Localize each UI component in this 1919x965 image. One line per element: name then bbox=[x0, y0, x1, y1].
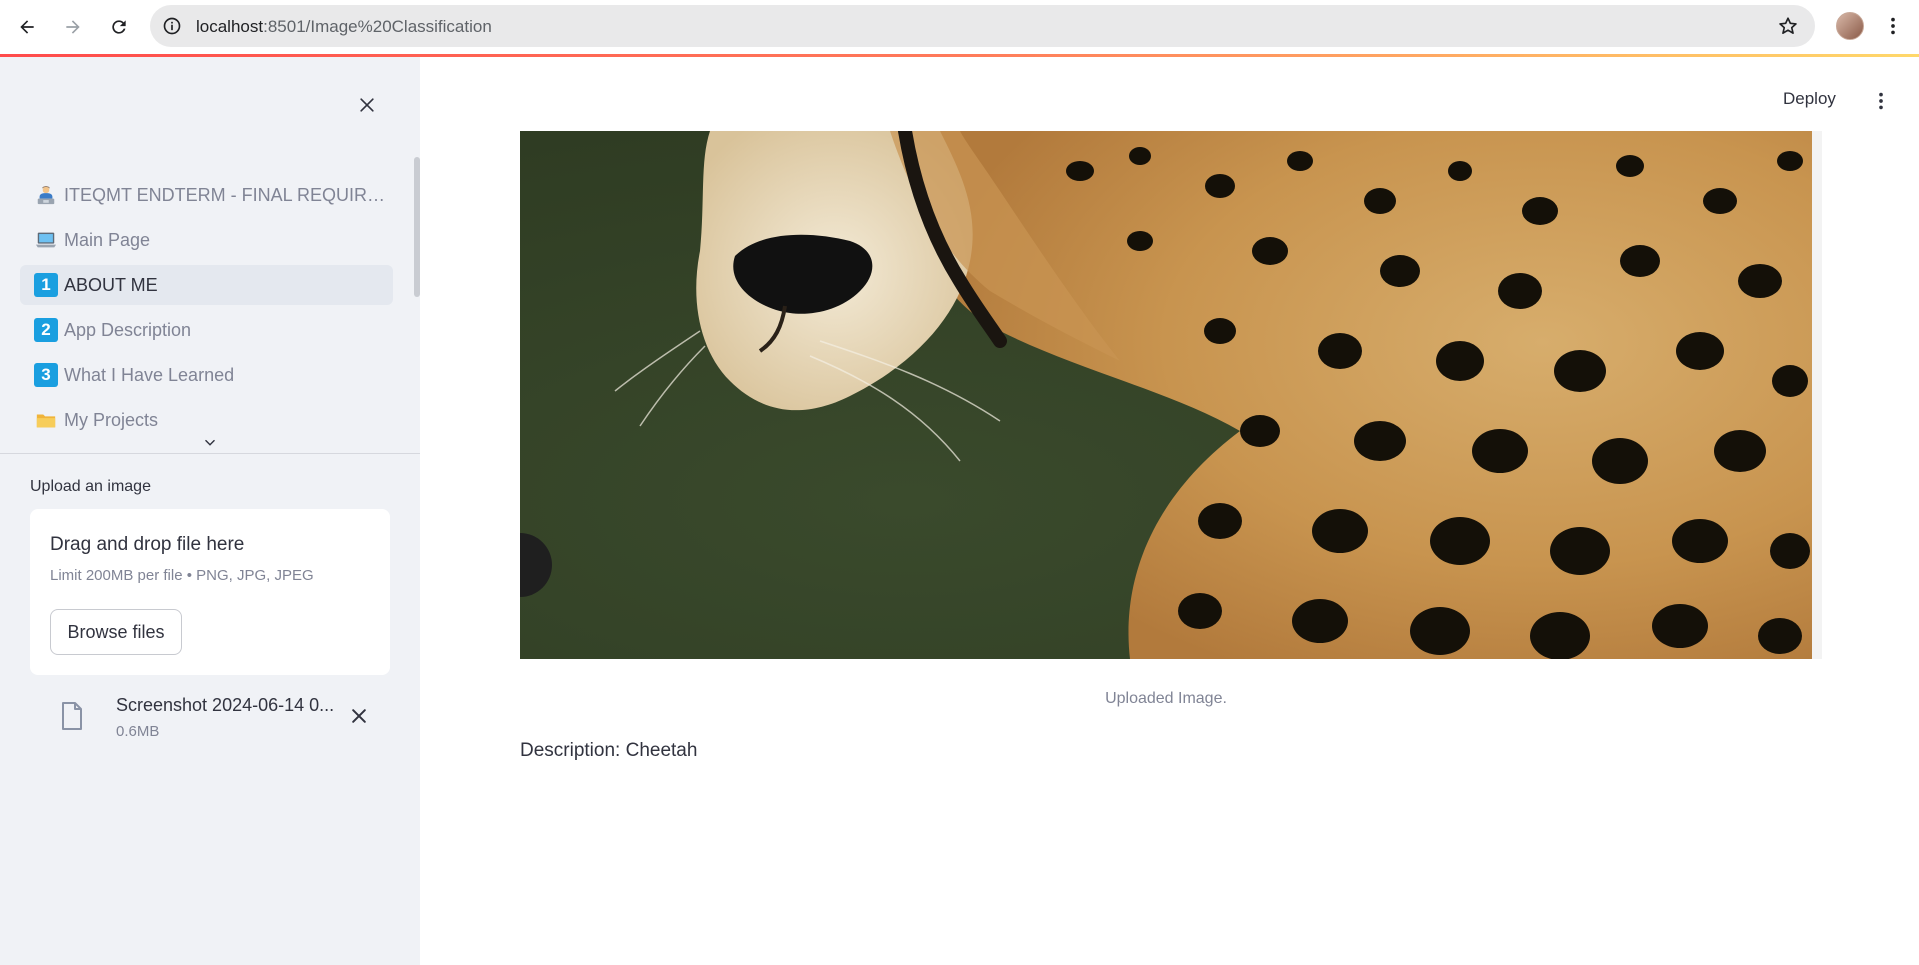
sidebar-item-app-description[interactable]: 2 App Description bbox=[20, 310, 393, 350]
sidebar-item-label: My Projects bbox=[64, 409, 159, 430]
technologist-icon bbox=[34, 183, 58, 207]
image-caption: Uploaded Image. bbox=[1105, 690, 1227, 707]
url-host: localhost bbox=[196, 17, 264, 36]
sidebar-item-label: ITEQMT ENDTERM - FINAL REQUIREMENT bbox=[64, 184, 393, 205]
file-icon bbox=[58, 699, 86, 733]
expand-nav-button[interactable] bbox=[200, 433, 220, 453]
dropzone-title: Drag and drop file here bbox=[50, 534, 245, 555]
close-sidebar-button[interactable] bbox=[353, 91, 381, 119]
file-dropzone[interactable]: Drag and drop file here Limit 200MB per … bbox=[30, 509, 390, 675]
sidebar-item-label: ABOUT ME bbox=[64, 274, 158, 295]
browser-menu-icon[interactable] bbox=[1880, 12, 1906, 40]
sidebar-item-label: Main Page bbox=[64, 229, 151, 250]
reload-button[interactable] bbox=[104, 12, 134, 42]
profile-avatar[interactable] bbox=[1836, 12, 1864, 40]
back-button[interactable] bbox=[12, 12, 42, 42]
folder-icon bbox=[34, 408, 58, 432]
sidebar-divider bbox=[0, 453, 420, 454]
dropzone-limit-text: Limit 200MB per file • PNG, JPG, JPEG bbox=[50, 567, 314, 584]
remove-file-button[interactable] bbox=[346, 703, 372, 729]
uploaded-file-item: Screenshot 2024-06-14 0... 0.6MB bbox=[30, 687, 390, 747]
reload-icon bbox=[112, 20, 126, 34]
sidebar-item-label: App Description bbox=[64, 319, 192, 340]
chevron-down-icon bbox=[205, 439, 215, 446]
close-icon bbox=[352, 709, 366, 723]
close-icon bbox=[360, 98, 374, 112]
keycap-2-icon: 2 bbox=[34, 318, 58, 342]
browser-toolbar: localhost:8501/Image%20Classification bbox=[0, 0, 1919, 54]
uploaded-file-size: 0.6MB bbox=[116, 723, 160, 740]
cheetah-photo bbox=[520, 131, 1812, 659]
address-bar[interactable]: localhost:8501/Image%20Classification bbox=[150, 5, 1815, 47]
url-text: localhost:8501/Image%20Classification bbox=[196, 17, 492, 37]
upload-label: Upload an image bbox=[30, 478, 151, 495]
browse-files-button[interactable]: Browse files bbox=[50, 609, 182, 655]
sidebar-item-main-page[interactable]: Main Page bbox=[20, 220, 393, 260]
deploy-button[interactable]: Deploy bbox=[1775, 85, 1844, 113]
sidebar-item-about-me[interactable]: 1 ABOUT ME bbox=[20, 265, 393, 305]
keycap-3-icon: 3 bbox=[34, 363, 58, 387]
laptop-icon bbox=[34, 228, 58, 252]
image-edge bbox=[1812, 131, 1822, 659]
uploaded-file-name: Screenshot 2024-06-14 0... bbox=[116, 695, 335, 715]
sidebar: ITEQMT ENDTERM - FINAL REQUIREMENT Main … bbox=[0, 57, 420, 965]
prediction-description: Description: Cheetah bbox=[520, 740, 698, 761]
site-info-icon[interactable] bbox=[162, 16, 182, 36]
uploaded-image bbox=[520, 131, 1812, 659]
arrow-right-icon bbox=[66, 20, 80, 34]
forward-button[interactable] bbox=[58, 12, 88, 42]
url-path: :8501/Image%20Classification bbox=[263, 17, 492, 36]
sidebar-item-iteqmt-endterm[interactable]: ITEQMT ENDTERM - FINAL REQUIREMENT bbox=[20, 175, 393, 215]
bookmark-star-icon[interactable] bbox=[1777, 15, 1799, 37]
sidebar-nav: ITEQMT ENDTERM - FINAL REQUIREMENT Main … bbox=[20, 175, 393, 445]
app-menu-icon[interactable] bbox=[1869, 87, 1893, 115]
sidebar-item-label: What I Have Learned bbox=[64, 364, 235, 385]
keycap-1-icon: 1 bbox=[34, 273, 58, 297]
sidebar-item-what-i-have-learned[interactable]: 3 What I Have Learned bbox=[20, 355, 393, 395]
main-content: Deploy Uploaded Image. Description: Chee… bbox=[420, 57, 1919, 965]
arrow-left-icon bbox=[20, 20, 34, 34]
